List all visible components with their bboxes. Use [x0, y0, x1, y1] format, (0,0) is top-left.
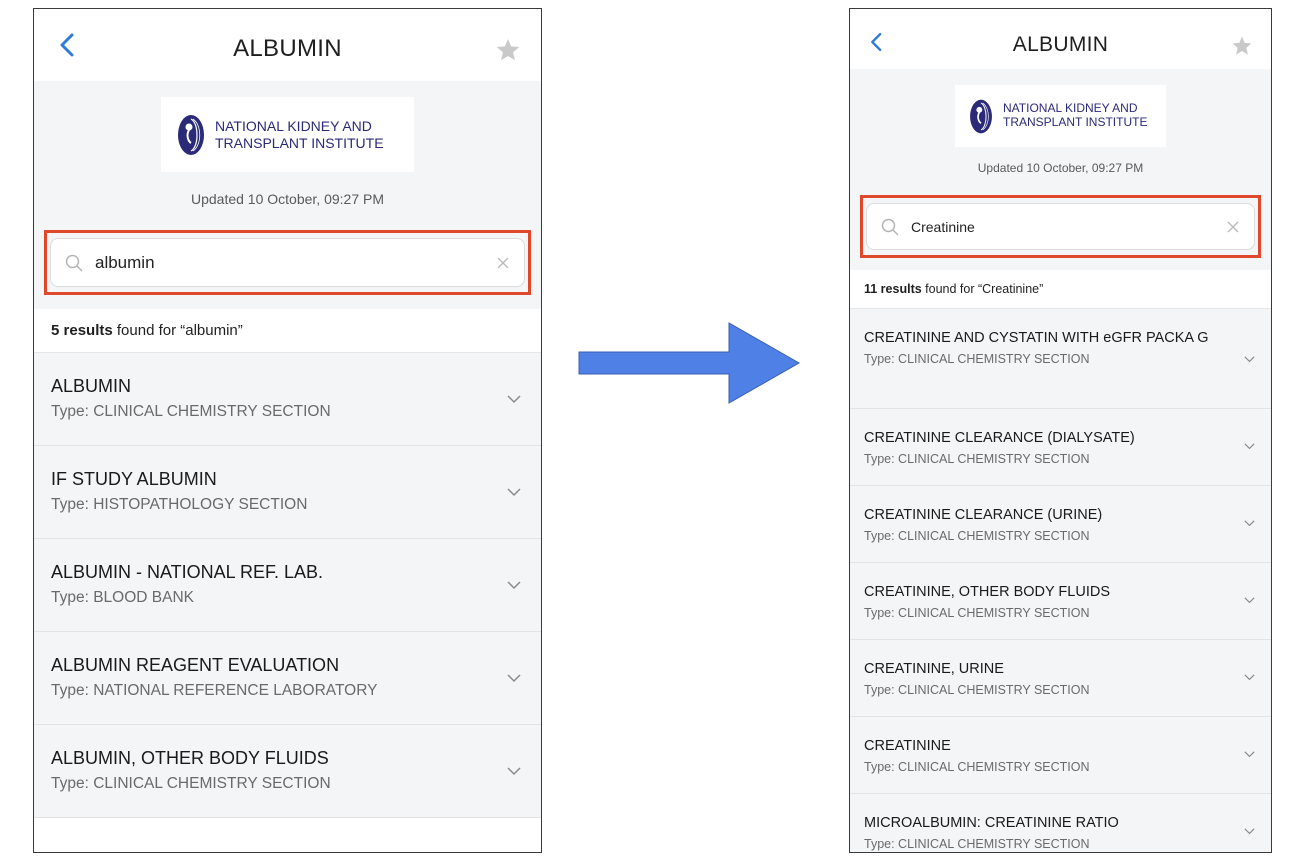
list-item[interactable]: CREATININE Type: CLINICAL CHEMISTRY SECT… — [850, 717, 1271, 794]
institute-name: NATIONAL KIDNEY AND TRANSPLANT INSTITUTE — [215, 118, 384, 151]
item-name: CREATININE, OTHER BODY FLUIDS — [864, 584, 1110, 600]
item-name: ALBUMIN - NATIONAL REF. LAB. — [51, 562, 324, 582]
item-type: Type: CLINICAL CHEMISTRY SECTION — [51, 403, 331, 420]
item-type: Type: NATIONAL REFERENCE LABORATORY — [51, 682, 378, 699]
list-item[interactable]: MICROALBUMIN: CREATININE RATIO Type: CLI… — [850, 794, 1271, 852]
search-input[interactable]: albumin — [50, 238, 525, 287]
left-phone-screen: ALBUMIN NATIONAL KIDNEY AND TRANSPLANT I… — [33, 8, 542, 853]
header: ALBUMIN — [850, 9, 1271, 69]
list-item[interactable]: ALBUMIN - NATIONAL REF. LAB. Type: BLOOD… — [34, 539, 541, 632]
search-value[interactable]: albumin — [95, 253, 496, 273]
item-name: ALBUMIN REAGENT EVALUATION — [51, 655, 340, 675]
clear-icon[interactable] — [496, 256, 510, 270]
list-item[interactable]: ALBUMIN REAGENT EVALUATION Type: NATIONA… — [34, 632, 541, 725]
page-title: ALBUMIN — [233, 35, 342, 62]
item-name: ALBUMIN — [51, 376, 132, 396]
item-name: CREATININE CLEARANCE (DIALYSATE) — [864, 430, 1135, 446]
item-type: Type: HISTOPATHOLOGY SECTION — [51, 496, 308, 513]
list-item[interactable]: CREATININE CLEARANCE (URINE) Type: CLINI… — [850, 486, 1271, 563]
list-item[interactable]: CREATININE AND CYSTATIN WITH eGFR PACKA … — [850, 309, 1271, 409]
item-name: ALBUMIN, OTHER BODY FLUIDS — [51, 748, 329, 768]
search-input[interactable]: Creatinine — [866, 203, 1255, 250]
item-name: CREATININE AND CYSTATIN WITH eGFR PACKA … — [864, 330, 1209, 346]
item-type: Type: CLINICAL CHEMISTRY SECTION — [864, 352, 1090, 366]
star-icon[interactable] — [1231, 35, 1253, 57]
institute-name: NATIONAL KIDNEY AND TRANSPLANT INSTITUTE — [1003, 101, 1148, 129]
list-item[interactable]: CREATININE, URINE Type: CLINICAL CHEMIST… — [850, 640, 1271, 717]
kidney-logo-icon — [178, 114, 204, 155]
item-type: Type: CLINICAL CHEMISTRY SECTION — [864, 452, 1090, 466]
item-name: CREATININE, URINE — [864, 661, 1004, 677]
item-type: Type: BLOOD BANK — [51, 589, 194, 606]
item-type: Type: CLINICAL CHEMISTRY SECTION — [51, 775, 331, 792]
chevron-down-icon[interactable] — [1244, 828, 1255, 835]
search-icon — [65, 254, 83, 271]
chevron-down-icon[interactable] — [1244, 443, 1255, 450]
item-name: MICROALBUMIN: CREATININE RATIO — [864, 815, 1119, 831]
item-type: Type: CLINICAL CHEMISTRY SECTION — [864, 837, 1090, 851]
list-item[interactable]: CREATININE CLEARANCE (DIALYSATE) Type: C… — [850, 409, 1271, 486]
list-item[interactable]: ALBUMIN, OTHER BODY FLUIDS Type: CLINICA… — [34, 725, 541, 818]
kidney-logo-icon — [970, 99, 992, 133]
info-area: NATIONAL KIDNEY AND TRANSPLANT INSTITUTE… — [850, 69, 1271, 270]
item-name: CREATININE — [864, 738, 951, 754]
item-type: Type: CLINICAL CHEMISTRY SECTION — [864, 606, 1090, 620]
chevron-down-icon[interactable] — [507, 488, 521, 497]
list-item[interactable]: CREATININE, OTHER BODY FLUIDS Type: CLIN… — [850, 563, 1271, 640]
chevron-down-icon[interactable] — [507, 395, 521, 404]
right-arrow-icon — [578, 322, 800, 404]
list-item[interactable]: ALBUMIN Type: CLINICAL CHEMISTRY SECTION — [34, 353, 541, 446]
search-icon — [881, 218, 899, 235]
chevron-down-icon[interactable] — [507, 674, 521, 683]
chevron-down-icon[interactable] — [1244, 674, 1255, 681]
institute-logo: NATIONAL KIDNEY AND TRANSPLANT INSTITUTE — [161, 97, 414, 172]
results-count: 11 results found for “Creatinine” — [850, 270, 1271, 309]
item-type: Type: CLINICAL CHEMISTRY SECTION — [864, 529, 1090, 543]
item-name: CREATININE CLEARANCE (URINE) — [864, 507, 1103, 523]
chevron-down-icon[interactable] — [507, 767, 521, 776]
chevron-down-icon[interactable] — [507, 581, 521, 590]
chevron-down-icon[interactable] — [1244, 356, 1255, 363]
right-phone-screen: ALBUMIN NATIONAL KIDNEY AND TRANSPLANT I… — [849, 8, 1272, 853]
search-highlight-box: albumin — [44, 230, 531, 295]
updated-timestamp: Updated 10 October, 09:27 PM — [190, 191, 384, 207]
item-type: Type: CLINICAL CHEMISTRY SECTION — [864, 760, 1090, 774]
chevron-down-icon[interactable] — [1244, 751, 1255, 758]
chevron-down-icon[interactable] — [1244, 597, 1255, 604]
result-list: ALBUMIN Type: CLINICAL CHEMISTRY SECTION… — [34, 353, 541, 818]
search-highlight-box: Creatinine — [860, 195, 1261, 258]
page-title: ALBUMIN — [1012, 33, 1109, 56]
item-name: IF STUDY ALBUMIN — [51, 469, 217, 489]
list-item[interactable]: IF STUDY ALBUMIN Type: HISTOPATHOLOGY SE… — [34, 446, 541, 539]
star-icon[interactable] — [495, 37, 521, 63]
chevron-down-icon[interactable] — [1244, 520, 1255, 527]
info-area: NATIONAL KIDNEY AND TRANSPLANT INSTITUTE… — [34, 81, 541, 309]
clear-icon[interactable] — [1226, 220, 1240, 234]
result-list: CREATININE AND CYSTATIN WITH eGFR PACKA … — [850, 309, 1271, 852]
search-value[interactable]: Creatinine — [911, 219, 1226, 235]
item-type: Type: CLINICAL CHEMISTRY SECTION — [864, 683, 1090, 697]
institute-logo: NATIONAL KIDNEY AND TRANSPLANT INSTITUTE — [955, 85, 1166, 147]
results-count: 5 results found for “albumin” — [34, 309, 541, 353]
header: ALBUMIN — [34, 9, 541, 81]
